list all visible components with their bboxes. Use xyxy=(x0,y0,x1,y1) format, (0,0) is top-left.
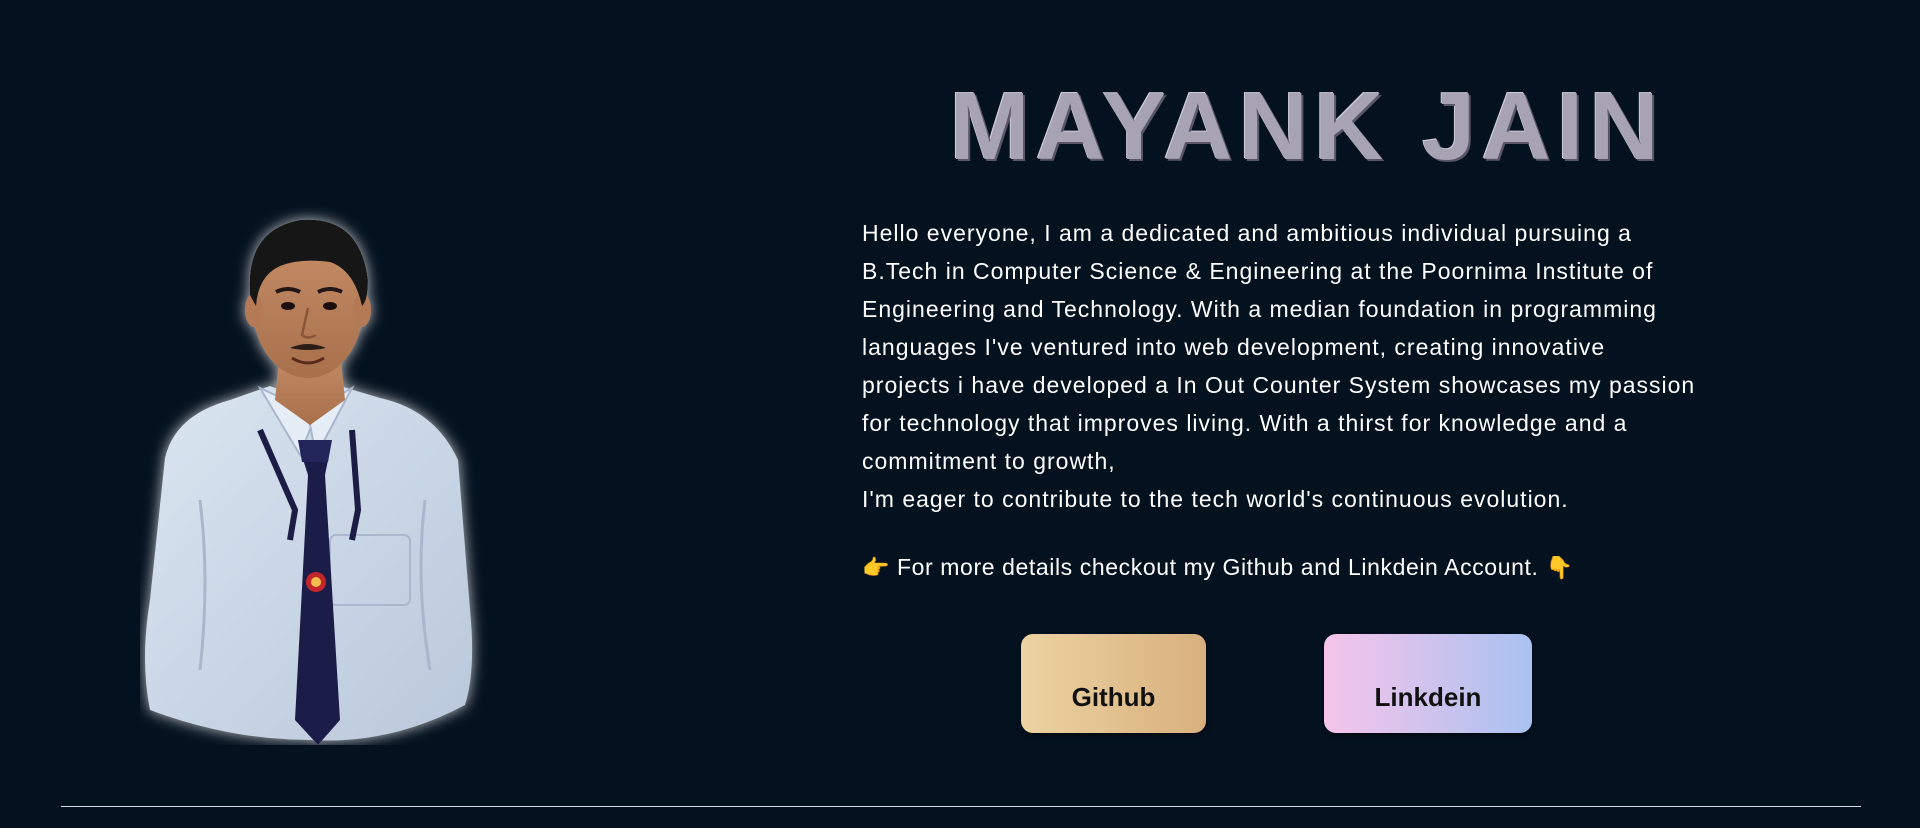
profile-photo-illustration xyxy=(145,219,473,745)
bio-line: commitment to growth, xyxy=(862,448,1116,474)
bio-line: for technology that improves living. Wit… xyxy=(862,410,1628,436)
section-divider xyxy=(61,806,1861,807)
details-callout: 👉 For more details checkout my Github an… xyxy=(862,554,1762,581)
details-callout-text: For more details checkout my Github and … xyxy=(897,554,1539,580)
page-title: MAYANK JAIN xyxy=(949,73,1665,180)
pointing-down-icon: 👇 xyxy=(1545,555,1574,580)
bio-line: projects i have developed a In Out Count… xyxy=(862,372,1696,398)
bio-line: I'm eager to contribute to the tech worl… xyxy=(862,486,1569,512)
bio-line: Engineering and Technology. With a media… xyxy=(862,296,1657,322)
about-section: MAYANK JAIN Hello everyone, I am a dedic… xyxy=(0,0,1920,828)
profile-photo xyxy=(140,200,490,745)
bio-line: B.Tech in Computer Science & Engineering… xyxy=(862,258,1654,284)
bio-line: languages I've ventured into web develop… xyxy=(862,334,1606,360)
bio-paragraph: Hello everyone, I am a dedicated and amb… xyxy=(862,214,1754,518)
pointing-right-icon: 👉 xyxy=(862,555,890,580)
github-button[interactable]: Github xyxy=(1021,634,1206,733)
linkedin-button[interactable]: Linkdein xyxy=(1324,634,1532,733)
bio-line: Hello everyone, I am a dedicated and amb… xyxy=(862,220,1632,246)
